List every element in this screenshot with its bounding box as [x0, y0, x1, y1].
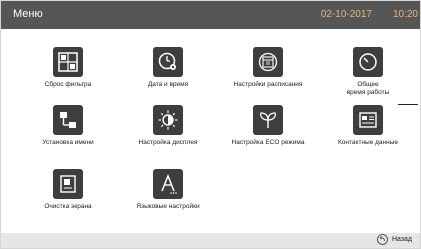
tile-label: Контактные данные: [338, 139, 398, 146]
tile-label: Общее время работы: [346, 81, 390, 96]
tile-label: Установка имени: [42, 139, 94, 146]
tile-total-runtime[interactable]: Общее время работы: [328, 47, 408, 107]
tile-display-settings[interactable]: Настройка дисплея: [128, 105, 208, 165]
page-title: Меню: [13, 8, 43, 20]
network-tree-icon: [53, 105, 83, 135]
screen-clean-icon: [53, 169, 83, 199]
menu-screen: Меню 02-10-2017 10:20 Сброс фильтра Дата…: [0, 0, 421, 249]
tile-label: Настройка дисплея: [138, 139, 198, 146]
filter-grid-icon: [53, 47, 83, 77]
leaf-icon: [253, 105, 283, 135]
timer-icon: [353, 47, 383, 77]
tile-screen-clean[interactable]: Очистка экрана: [28, 169, 108, 229]
tile-filter-reset[interactable]: Сброс фильтра: [28, 47, 108, 107]
back-arrow-icon: [376, 234, 388, 245]
bottom-bar: Назад: [1, 233, 420, 248]
calendar-icon: [253, 47, 283, 77]
clock-gear-icon: [153, 47, 183, 77]
tile-language-settings[interactable]: Языковые настройки: [128, 169, 208, 229]
contact-card-icon: [353, 105, 383, 135]
tile-eco-settings[interactable]: Настройка ECO режима: [228, 105, 308, 165]
time-display: 10:20: [392, 9, 418, 20]
tile-label: Очистка экрана: [44, 203, 92, 210]
tile-date-time[interactable]: Дата и время: [128, 47, 208, 107]
tile-contact-data[interactable]: Контактные данные: [328, 105, 408, 165]
brightness-icon: [153, 105, 183, 135]
top-bar: Меню 02-10-2017 10:20: [1, 1, 420, 29]
date-display: 02-10-2017: [320, 9, 372, 20]
language-a-icon: [153, 169, 183, 199]
tile-label: Сброс фильтра: [44, 81, 92, 88]
tile-label: Настройка ECO режима: [231, 139, 305, 146]
edge-divider: [398, 104, 418, 105]
tile-label: Дата и время: [147, 81, 189, 88]
tile-label: Языковые настройки: [136, 203, 200, 210]
tile-label: Настройки расписания: [233, 81, 303, 88]
tile-name-setup[interactable]: Установка имени: [28, 105, 108, 165]
back-button[interactable]: Назад: [376, 234, 412, 245]
tile-schedule-settings[interactable]: Настройки расписания: [228, 47, 308, 107]
back-label: Назад: [391, 236, 412, 243]
